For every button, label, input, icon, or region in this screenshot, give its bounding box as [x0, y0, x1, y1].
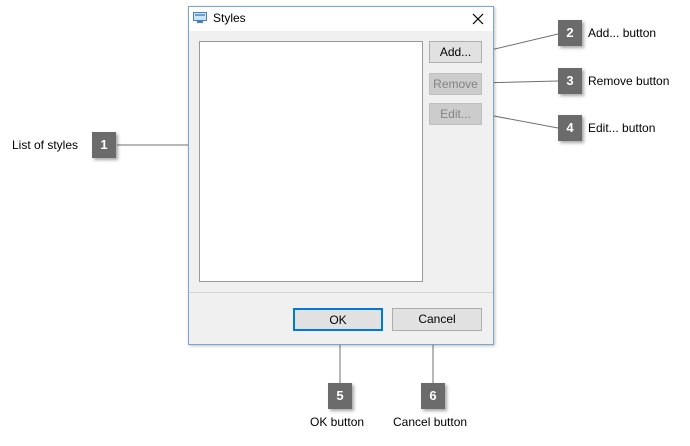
- callout-marker-6: 6: [421, 383, 445, 409]
- styles-dialog: Styles Add... Remove Edit... OK Cancel: [188, 6, 494, 345]
- callout-marker-3: 3: [558, 68, 582, 94]
- close-icon[interactable]: [469, 10, 487, 28]
- window-app-icon: [193, 12, 207, 23]
- callout-label-3: Remove button: [588, 74, 670, 88]
- ok-button[interactable]: OK: [293, 308, 383, 331]
- edit-button[interactable]: Edit...: [429, 103, 482, 125]
- callout-marker-5: 5: [328, 383, 352, 409]
- add-button[interactable]: Add...: [429, 41, 482, 63]
- callout-label-6: Cancel button: [393, 415, 468, 429]
- callout-label-5: OK button: [310, 415, 365, 429]
- remove-button[interactable]: Remove: [429, 73, 482, 95]
- callout-label-2: Add... button: [588, 26, 657, 40]
- styles-list[interactable]: [199, 41, 423, 282]
- callout-label-1: List of styles: [12, 138, 79, 152]
- footer-divider: [189, 292, 493, 293]
- callout-label-4: Edit... button: [588, 121, 656, 135]
- callout-marker-1: 1: [92, 132, 116, 158]
- title-bar: Styles: [189, 7, 493, 31]
- callout-marker-4: 4: [558, 115, 582, 141]
- cancel-button[interactable]: Cancel: [392, 308, 482, 331]
- callout-marker-2: 2: [558, 20, 582, 46]
- dialog-title: Styles: [213, 11, 246, 25]
